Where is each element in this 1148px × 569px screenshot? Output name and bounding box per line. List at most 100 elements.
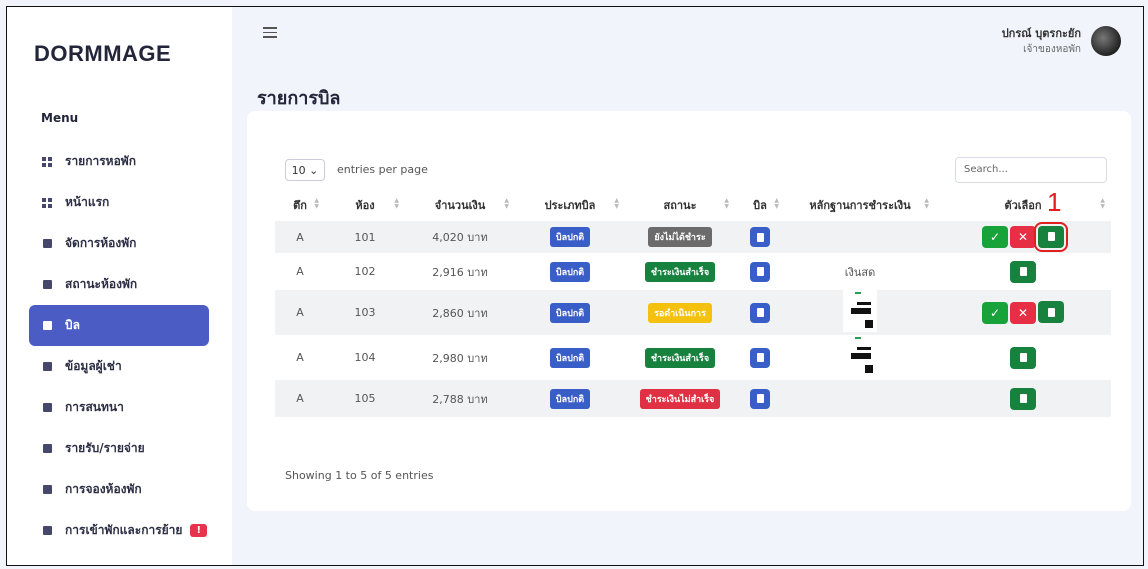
hamburger-menu-icon[interactable]: [263, 27, 277, 41]
table-row: A 104 2,980 บาท บิลปกติ ชำระเงินสำเร็จ: [275, 335, 1111, 380]
sidebar-item[interactable]: การเข้าพักและการย้าย!: [29, 510, 209, 551]
status-badge: ยังไม่ได้ชำระ: [648, 227, 712, 247]
sidebar-item-label: รายการหอพัก: [65, 154, 136, 168]
view-bill-icon[interactable]: [750, 388, 770, 409]
column-header[interactable]: ตึก ▲ ▼: [275, 189, 325, 221]
user-role: เจ้าของหอพัก: [1023, 44, 1081, 55]
building-icon: [41, 279, 53, 291]
view-bill-icon[interactable]: [750, 227, 770, 247]
room-cell: 101: [354, 230, 376, 244]
search-input[interactable]: Search...: [955, 157, 1107, 183]
column-header[interactable]: จำนวนเงิน ▲ ▼: [405, 189, 515, 221]
bill-type-badge: บิลปกติ: [549, 388, 591, 409]
view-bill-icon[interactable]: [750, 347, 770, 368]
column-header-label: บิล: [753, 199, 767, 212]
file-button[interactable]: [1038, 301, 1064, 324]
wallet-icon: [41, 443, 53, 455]
sidebar-item[interactable]: การสนทนา: [29, 387, 209, 428]
amount-cell: 2,788 บาท: [432, 392, 488, 406]
building-icon: [41, 238, 53, 250]
status-badge: ชำระเงินไม่สำเร็จ: [639, 388, 721, 409]
building-cell: A: [296, 351, 304, 364]
amount-cell: 4,020 บาท: [432, 231, 488, 244]
file-icon: [1019, 394, 1027, 403]
room-cell: 104: [354, 351, 376, 364]
column-header[interactable]: บิล ▲ ▼: [735, 189, 785, 221]
status-badge: รอดำเนินการ: [648, 302, 712, 323]
view-bill-icon[interactable]: [750, 302, 770, 323]
building-cell: A: [296, 265, 304, 278]
file-button[interactable]: [1034, 221, 1068, 252]
approve-button[interactable]: ✓: [982, 301, 1008, 324]
user-profile[interactable]: ปกรณ์ บุตรกะยัก เจ้าของหอพัก: [1002, 24, 1121, 57]
sidebar-item[interactable]: ข้อมูลผู้เช่า: [29, 346, 209, 387]
page-length-select[interactable]: 10 ⌄: [285, 159, 325, 181]
column-header-label: ห้อง: [355, 199, 375, 212]
sort-icon[interactable]: ▲ ▼: [614, 198, 619, 210]
building-cell: A: [296, 392, 304, 405]
column-header[interactable]: หลักฐานการชำระเงิน ▲ ▼: [785, 189, 935, 221]
table-header-row: ตึก ▲ ▼ ห้อง ▲ ▼ จำนวนเงิน ▲ ▼ ประเภทบิล ▲ ▼ สถานะ ▲ ▼…: [275, 189, 1111, 221]
view-bill-icon[interactable]: [750, 261, 770, 282]
bill-type-badge: บิลปกติ: [549, 261, 591, 282]
sidebar-item[interactable]: รายรับ/รายจ่าย: [29, 428, 209, 469]
sort-icon[interactable]: ▲ ▼: [504, 198, 509, 210]
file-button[interactable]: [1010, 346, 1036, 369]
bill-table: ตึก ▲ ▼ ห้อง ▲ ▼ จำนวนเงิน ▲ ▼ ประเภทบิล ▲ ▼ สถานะ ▲ ▼…: [275, 189, 1111, 417]
file-icon: [1047, 232, 1055, 242]
approve-button[interactable]: ✓: [982, 226, 1008, 249]
bookmark-icon: [41, 484, 53, 496]
file-button[interactable]: [1010, 387, 1036, 410]
sidebar-item-label: การจองห้องพัก: [65, 482, 142, 496]
column-header[interactable]: ห้อง ▲ ▼: [325, 189, 405, 221]
table-row: A 105 2,788 บาท บิลปกติ ชำระเงินไม่สำเร็จ: [275, 380, 1111, 417]
sort-icon[interactable]: ▲ ▼: [314, 198, 319, 210]
column-header[interactable]: สถานะ ▲ ▼: [625, 189, 735, 221]
sidebar-item[interactable]: การจองห้องพัก: [29, 469, 209, 510]
sort-icon[interactable]: ▲ ▼: [1100, 198, 1105, 210]
building-cell: A: [296, 306, 304, 319]
sidebar-item[interactable]: บิล: [29, 305, 209, 346]
sidebar-item[interactable]: จัดการห้องพัก: [29, 223, 209, 264]
amount-cell: 2,860 บาท: [432, 306, 488, 320]
room-cell: 102: [354, 265, 376, 278]
payment-proof-thumbnail[interactable]: [843, 335, 877, 377]
column-header[interactable]: ตัวเลือก ▲ ▼: [935, 189, 1111, 221]
bill-type-badge: บิลปกติ: [549, 227, 591, 247]
reject-button[interactable]: ✕: [1010, 226, 1036, 249]
brand-logo[interactable]: DORMMAGE: [34, 41, 171, 67]
app-frame: DORMMAGE Menu รายการหอพัก หน้าแรก จัดการห้…: [6, 6, 1144, 566]
reject-button[interactable]: ✕: [1010, 301, 1036, 324]
bill-list-card: 10 ⌄ entries per page Search... ตึก ▲ ▼ ห้อ…: [247, 111, 1131, 511]
sidebar-item[interactable]: สถานะห้องพัก: [29, 264, 209, 305]
page-title: รายการบิล: [257, 88, 341, 109]
sort-icon[interactable]: ▲ ▼: [724, 198, 729, 210]
payment-proof-thumbnail[interactable]: [843, 290, 877, 332]
column-header[interactable]: ประเภทบิล ▲ ▼: [515, 189, 625, 221]
column-header-label: สถานะ: [663, 199, 697, 212]
file-icon: [1047, 307, 1055, 317]
amount-cell: 2,916 บาท: [432, 265, 488, 279]
sort-icon[interactable]: ▲ ▼: [394, 198, 399, 210]
chat-icon: [41, 402, 53, 414]
table-row: A 101 4,020 บาท บิลปกติ ยังไม่ได้ชำระ ✓ ✕: [275, 221, 1111, 253]
move-icon: [41, 525, 53, 537]
sort-icon[interactable]: ▲ ▼: [774, 198, 779, 210]
building-cell: A: [296, 230, 304, 244]
sidebar-item[interactable]: รายการหอพัก: [29, 141, 209, 182]
room-cell: 105: [354, 392, 376, 405]
column-header-label: จำนวนเงิน: [434, 199, 486, 212]
sidebar-nav: รายการหอพักหน้าแรก จัดการห้องพักสถานะห้อง…: [29, 141, 209, 551]
sort-icon[interactable]: ▲ ▼: [924, 198, 929, 210]
file-icon: [1019, 267, 1027, 276]
room-cell: 103: [354, 306, 376, 319]
sidebar: DORMMAGE Menu รายการหอพัก หน้าแรก จัดการห้…: [7, 7, 232, 565]
sidebar-item[interactable]: หน้าแรก: [29, 182, 209, 223]
sidebar-item-label: สถานะห้องพัก: [65, 277, 138, 291]
sidebar-item-label: การสนทนา: [65, 400, 124, 414]
file-button[interactable]: [1010, 260, 1036, 283]
bill-type-badge: บิลปกติ: [549, 347, 591, 368]
column-header-label: หลักฐานการชำระเงิน: [809, 199, 911, 212]
avatar[interactable]: [1091, 25, 1121, 56]
table-body: A 101 4,020 บาท บิลปกติ ยังไม่ได้ชำระ ✓ ✕ A 102 2…: [275, 221, 1111, 417]
